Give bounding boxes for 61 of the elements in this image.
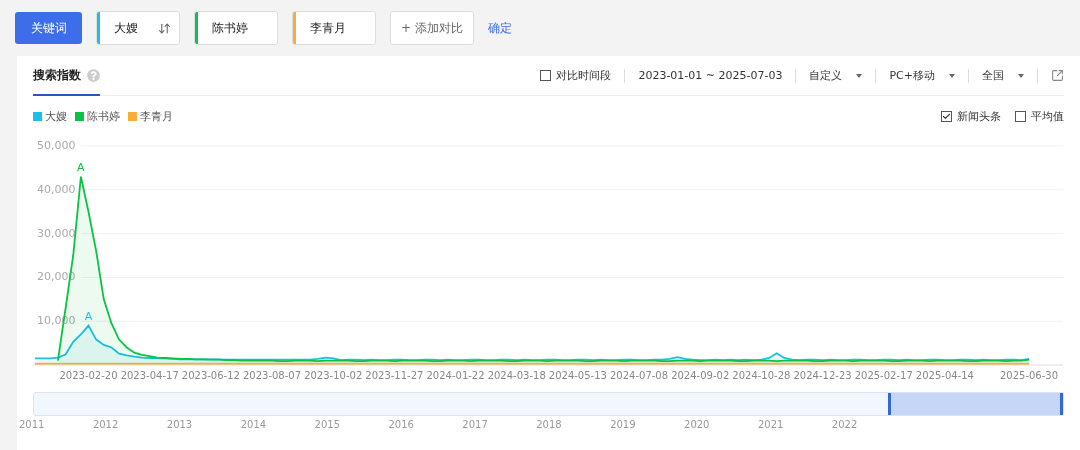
legend-label[interactable]: 李青月 <box>140 108 173 124</box>
x-axis-label: 2023-04-17 <box>120 370 179 381</box>
caret-icon <box>949 73 955 78</box>
swap-icon[interactable] <box>158 21 171 35</box>
year-label: 2012 <box>92 419 120 430</box>
year-label: 2013 <box>166 419 194 430</box>
confirm-link[interactable]: 确定 <box>488 19 512 37</box>
year-label: 2014 <box>240 419 268 430</box>
keyword-field[interactable]: 陈书婷 <box>194 11 278 45</box>
legend-label[interactable]: 大嫂 <box>45 108 67 124</box>
checkbox[interactable] <box>941 110 952 122</box>
x-axis-label: 2023-11-27 <box>365 370 424 381</box>
keyword-field[interactable]: 李青月 <box>292 11 376 45</box>
year-label: 2018 <box>536 419 563 430</box>
x-axis-label: 2024-12-23 <box>793 370 852 381</box>
year-label: 2021 <box>757 419 785 430</box>
x-axis-label: 2025-06-30 <box>999 370 1059 381</box>
share-icon[interactable] <box>1051 69 1064 82</box>
year-label: 2022 <box>831 419 859 430</box>
caret-icon <box>1018 73 1024 78</box>
checkbox[interactable] <box>540 70 552 81</box>
annotation-marker: A <box>77 160 85 174</box>
dropdown[interactable]: 自定义 <box>809 68 863 83</box>
x-axis-label: 2024-09-02 <box>671 370 730 381</box>
keyword-text: 陈书婷 <box>212 19 248 37</box>
x-axis-label: 2024-05-13 <box>548 370 607 381</box>
x-axis-label: 2023-02-20 <box>59 370 118 381</box>
x-axis-label: 2024-07-08 <box>610 370 669 381</box>
date-range[interactable]: 2023-01-01 ~ 2025-07-03 <box>638 69 783 82</box>
caret-icon <box>856 73 863 78</box>
x-axis-label: 2024-03-18 <box>487 370 546 381</box>
tab[interactable]: 搜索指数 <box>33 55 100 96</box>
annotation-marker: A <box>84 309 93 323</box>
year-label: 2016 <box>388 419 415 430</box>
year-label: 2011 <box>19 419 46 430</box>
x-axis-label: 2024-01-22 <box>426 370 485 381</box>
range-selection[interactable] <box>888 393 1063 415</box>
y-axis-label: 50,000 <box>37 139 76 152</box>
year-label: 2017 <box>462 419 489 430</box>
checkbox[interactable] <box>1015 110 1026 122</box>
year-label: 2019 <box>610 419 637 430</box>
checkbox-label: 新闻头条 <box>957 108 1001 124</box>
keyword-button[interactable]: 关键词 <box>15 12 82 44</box>
dropdown[interactable]: PC+移动 <box>889 68 955 83</box>
x-axis-label: 2023-08-07 <box>242 370 302 381</box>
x-axis-label: 2025-04-14 <box>915 370 974 381</box>
y-axis-label: 40,000 <box>37 182 76 196</box>
add-compare-button[interactable]: + 添加对比 <box>390 11 474 45</box>
keyword-text: 李青月 <box>310 19 346 37</box>
checkbox-label: 平均值 <box>1031 108 1064 124</box>
year-label: 2020 <box>684 419 711 430</box>
checkbox-label: 对比时间段 <box>556 68 612 83</box>
year-label: 2015 <box>314 419 341 430</box>
x-axis-label: 2025-02-17 <box>854 370 913 381</box>
x-axis-label: 2023-10-02 <box>304 370 363 381</box>
dropdown[interactable]: 全国 <box>982 68 1024 83</box>
keyword-text: 大嫂 <box>114 19 138 37</box>
x-axis-label: 2023-06-12 <box>181 370 240 381</box>
x-axis-label: 2024-10-28 <box>732 370 791 381</box>
legend-label[interactable]: 陈书婷 <box>87 108 120 124</box>
keyword-field[interactable]: 大嫂 <box>96 11 180 45</box>
